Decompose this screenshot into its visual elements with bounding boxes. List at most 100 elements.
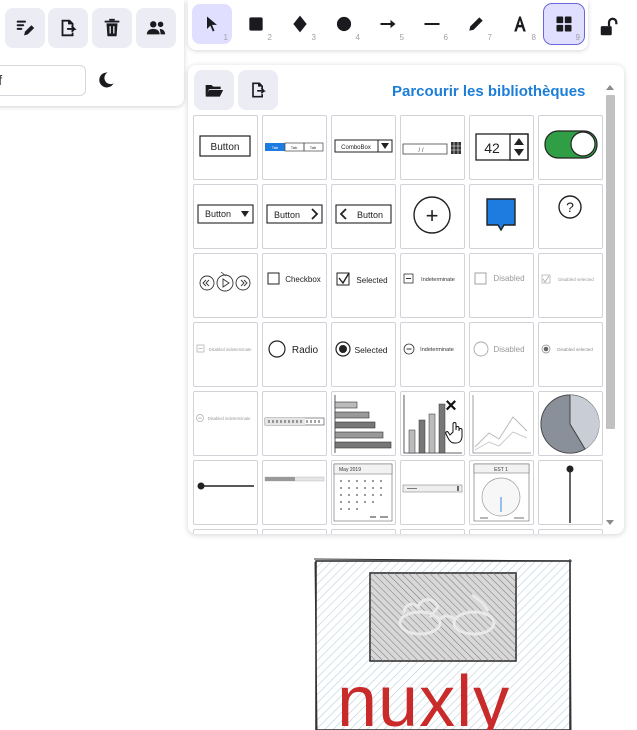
library-item-line-chart[interactable]: [469, 391, 534, 456]
library-item-add-circle[interactable]: +: [400, 184, 465, 249]
item-label: Indeterminate: [421, 277, 455, 283]
library-item-radio-disabled-selected[interactable]: Disabled selected: [538, 322, 603, 387]
library-item-button-dropdown[interactable]: Button: [193, 184, 258, 249]
library-item-partial[interactable]: [469, 529, 534, 534]
browse-libraries-link[interactable]: Parcourir les bibliothèques: [392, 83, 585, 100]
library-panel: Parcourir les bibliothèques Button Tab T…: [188, 65, 624, 534]
arrow-icon: [380, 19, 396, 29]
remove-item-mark[interactable]: ×: [445, 395, 457, 417]
library-item-column-chart[interactable]: ×: [400, 391, 465, 456]
item-label: +: [426, 203, 439, 228]
item-label: Disabled: [493, 345, 524, 354]
tool-shortcut: 8: [531, 33, 536, 42]
library-scrollbar[interactable]: [604, 85, 616, 527]
library-item-input-slider[interactable]: [400, 460, 465, 525]
library-item-partial[interactable]: [193, 529, 258, 534]
library-item-partial[interactable]: [538, 529, 603, 534]
tool-line[interactable]: 6: [412, 4, 452, 44]
library-item-checkbox-indeterminate[interactable]: Indeterminate: [400, 253, 465, 318]
library-item-pie-chart[interactable]: [538, 391, 603, 456]
collaborators-icon: [146, 21, 166, 35]
library-item-checkbox-selected[interactable]: Selected: [331, 253, 396, 318]
main-menu-panel: fff: [0, 0, 184, 106]
library-item-checkbox-disabled[interactable]: Disabled: [469, 253, 534, 318]
tool-text[interactable]: 8: [500, 4, 540, 44]
library-item-help[interactable]: ?: [538, 184, 603, 249]
tool-pencil[interactable]: 7: [456, 4, 496, 44]
tool-shortcut: 6: [443, 33, 448, 42]
library-item-checkbox[interactable]: Checkbox: [262, 253, 327, 318]
library-item-radio[interactable]: Radio: [262, 322, 327, 387]
library-item-slider[interactable]: [193, 460, 258, 525]
item-label: Disabled indeterminate: [208, 416, 252, 421]
library-item-checkbox-disabled-indeterminate[interactable]: Disabled indeterminate: [193, 322, 258, 387]
tool-ellipse[interactable]: 4: [324, 4, 364, 44]
library-item-datepicker[interactable]: / /: [400, 115, 465, 180]
unlock-icon[interactable]: [598, 16, 620, 38]
tool-shortcut: 3: [311, 33, 316, 42]
library-item-radio-indeterminate[interactable]: Indeterminate: [400, 322, 465, 387]
trash-icon: [104, 18, 120, 37]
library-item-tabs[interactable]: Tab Tab Tab: [262, 115, 327, 180]
export-icon: [61, 19, 77, 37]
library-item-partial[interactable]: [262, 529, 327, 534]
item-label: Disabled selected: [557, 347, 593, 352]
logo-text: nuxly: [337, 662, 511, 730]
library-item-stepper[interactable]: 42: [469, 115, 534, 180]
tool-shortcut: 5: [399, 33, 404, 42]
moon-icon[interactable]: [96, 70, 116, 90]
library-item-radio-selected[interactable]: Selected: [331, 322, 396, 387]
library-item-media-controls[interactable]: [193, 253, 258, 318]
library-item-calendar[interactable]: May 2019: [331, 460, 396, 525]
export-library-button[interactable]: [238, 70, 278, 110]
library-item-button[interactable]: Button: [193, 115, 258, 180]
library-item-radio-disabled[interactable]: Disabled: [469, 322, 534, 387]
collaborate-button[interactable]: [136, 8, 176, 48]
export-button[interactable]: [48, 8, 88, 48]
item-label: Indeterminate: [420, 347, 454, 353]
tool-diamond[interactable]: 3: [280, 4, 320, 44]
tab-label: Tab: [291, 145, 298, 150]
scroll-down-arrow[interactable]: [606, 520, 614, 525]
item-label: Button: [205, 209, 231, 219]
export-icon: [252, 82, 266, 98]
calendar-title: May 2019: [339, 467, 361, 473]
pencil-icon: [469, 17, 483, 31]
open-library-button[interactable]: [194, 70, 234, 110]
item-label: Button: [211, 142, 240, 153]
library-item-vertical-slider[interactable]: [538, 460, 603, 525]
item-label: / /: [418, 148, 423, 154]
item-label: Radio: [292, 345, 319, 356]
canvas-background-input[interactable]: fff: [0, 65, 86, 96]
tool-selection[interactable]: 1: [192, 4, 232, 44]
text-icon: [514, 16, 526, 32]
edit-icon: [16, 20, 35, 36]
line-icon: [424, 23, 440, 25]
library-item-button-next[interactable]: Button: [262, 184, 327, 249]
tool-arrow[interactable]: 5: [368, 4, 408, 44]
library-item-clock[interactable]: EST 1: [469, 460, 534, 525]
clock-title: EST 1: [494, 467, 508, 473]
delete-button[interactable]: [92, 8, 132, 48]
library-item-toggle[interactable]: [538, 115, 603, 180]
stepper-value: 42: [484, 140, 500, 156]
diamond-icon: [293, 15, 307, 33]
library-item-comment-bubble[interactable]: [469, 184, 534, 249]
library-item-radio-disabled-indeterminate[interactable]: Disabled indeterminate: [193, 391, 258, 456]
tool-shortcut: 7: [487, 33, 492, 42]
library-item-pagination[interactable]: [262, 391, 327, 456]
library-item-bar-chart[interactable]: [331, 391, 396, 456]
scroll-up-arrow[interactable]: [606, 85, 614, 90]
item-label: ?: [566, 199, 574, 215]
tool-rectangle[interactable]: 2: [236, 4, 276, 44]
library-item-button-back[interactable]: Button: [331, 184, 396, 249]
library-item-progress-bar[interactable]: [262, 460, 327, 525]
library-item-partial[interactable]: [331, 529, 396, 534]
library-item-checkbox-disabled-selected[interactable]: Disabled selected: [538, 253, 603, 318]
rectangle-icon: [249, 17, 263, 31]
library-item-partial[interactable]: [400, 529, 465, 534]
scroll-thumb[interactable]: [606, 95, 615, 429]
library-item-combobox[interactable]: ComboBox: [331, 115, 396, 180]
tool-library[interactable]: 9: [543, 3, 585, 45]
edit-button[interactable]: [5, 8, 45, 48]
